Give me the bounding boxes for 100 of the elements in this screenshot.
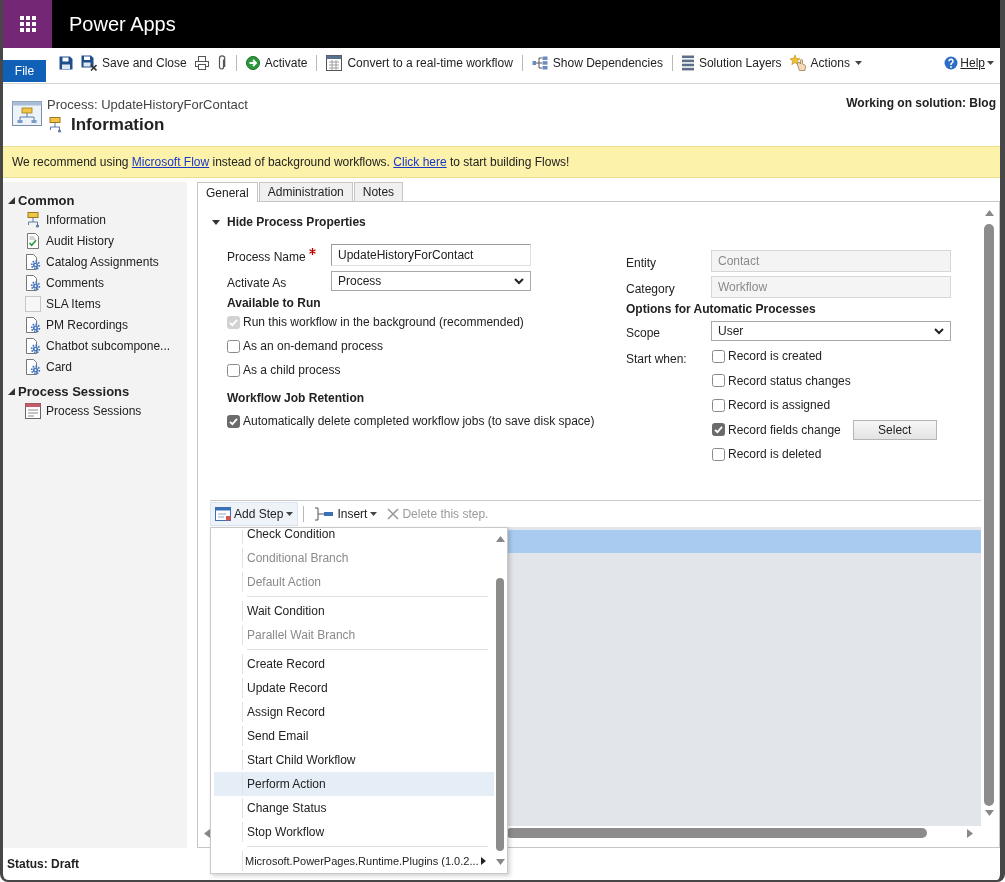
record-type-label: Process: UpdateHistoryForContact (47, 97, 248, 113)
app-launcher-button[interactable] (3, 0, 52, 48)
field-label: Start when: (626, 352, 688, 366)
inline-link[interactable]: Click here (393, 155, 447, 169)
checkbox-label: As a child process (243, 363, 341, 377)
scrollbar-thumb[interactable] (496, 578, 504, 851)
layers-icon (681, 55, 694, 71)
menu-item[interactable]: Send Email (214, 724, 494, 748)
checkbox-label: Record is deleted (728, 447, 822, 462)
sidebar-item[interactable]: Comments (3, 272, 187, 293)
sidebar-item[interactable]: Audit History (3, 230, 187, 251)
select-button[interactable]: Select (852, 419, 937, 440)
workflow-window-icon (12, 99, 42, 129)
flowchart-icon (47, 117, 63, 133)
document-gear-icon (25, 274, 41, 291)
save-and-close-button[interactable]: Save and Close (77, 52, 191, 74)
text-field[interactable]: UpdateHistoryForContact (331, 244, 531, 266)
sidebar-item[interactable]: Chatbot subcompone... (3, 335, 187, 356)
window-icon (326, 55, 343, 71)
menu-item[interactable]: Change Status (214, 796, 494, 820)
scroll-up-arrow-icon[interactable] (984, 210, 994, 216)
sidebar-item[interactable]: Process Sessions (3, 400, 187, 421)
arrow-circle-icon (245, 56, 260, 70)
scrollbar-thumb[interactable] (505, 828, 928, 838)
menu-item[interactable]: Wait Condition (214, 599, 494, 623)
menu-item[interactable]: Microsoft.PowerPages.Runtime.Plugins (1.0.2... (214, 849, 494, 873)
menu-item[interactable]: Check Condition (214, 528, 494, 546)
scroll-up-arrow-icon[interactable] (495, 536, 505, 542)
solution-label: Working on solution: Blog (846, 95, 996, 111)
cross-icon (387, 508, 400, 520)
scroll-right-arrow-icon[interactable] (967, 828, 973, 838)
floppy-disk-close-icon (81, 55, 97, 71)
tab[interactable]: General (197, 182, 258, 202)
inline-link[interactable]: Microsoft Flow (131, 155, 210, 169)
sidebar-item[interactable]: PM Recordings (3, 314, 187, 335)
dropdown-field[interactable]: Process (331, 271, 531, 291)
window-icon (215, 507, 231, 521)
checkbox[interactable] (712, 447, 725, 461)
printer-icon (194, 56, 209, 70)
checkbox[interactable] (712, 423, 725, 437)
sidebar-item[interactable]: Information (3, 209, 187, 230)
field-label: Entity (626, 254, 656, 271)
checkbox[interactable] (712, 398, 725, 412)
menu-item[interactable]: Create Record (214, 652, 494, 676)
section-toggle[interactable]: Hide Process Properties (212, 212, 366, 232)
sidebar-item[interactable]: SLA Items (3, 293, 187, 314)
help-button[interactable]: Help (940, 52, 998, 74)
menu-item[interactable]: Start Child Workflow (214, 748, 494, 772)
hand-star-icon (789, 55, 806, 71)
activate-button[interactable]: Activate (241, 52, 312, 74)
chevron-down-icon (934, 327, 944, 335)
document-check-icon (25, 232, 41, 249)
help-icon (944, 56, 959, 70)
convert-workflow-button[interactable]: Convert to a real-time workflow (322, 52, 517, 74)
show-dependencies-button[interactable]: Show Dependencies (527, 52, 667, 74)
scroll-down-arrow-icon[interactable] (495, 859, 505, 865)
scroll-left-arrow-icon[interactable] (204, 828, 210, 838)
document-gear-icon (25, 253, 41, 270)
menu-item[interactable]: Stop Workflow (214, 820, 494, 844)
checkbox[interactable] (712, 374, 725, 388)
scroll-down-arrow-icon[interactable] (984, 810, 994, 816)
sidebar-section-header[interactable]: Common (3, 192, 75, 209)
document-gear-icon (25, 316, 41, 333)
solution-layers-button[interactable]: Solution Layers (677, 52, 786, 74)
sidebar-section-header[interactable]: Process Sessions (3, 383, 130, 400)
document-gear-icon (25, 358, 41, 375)
checkbox[interactable] (227, 363, 240, 377)
document-gear-icon (25, 337, 41, 354)
checkbox[interactable] (227, 339, 240, 353)
square-icon (25, 295, 41, 312)
chevron-down-icon (514, 277, 524, 285)
checkbox[interactable] (712, 349, 725, 363)
actions-button[interactable]: Actions (785, 52, 866, 74)
menu-item[interactable]: Update Record (214, 676, 494, 700)
checkbox-label: Record is created (728, 349, 823, 364)
section-heading: Workflow Job Retention (227, 391, 366, 405)
notice-text: We recommend using Microsoft Flow instead of background workflows. Click here to start building Flows! (12, 155, 570, 169)
insert-button[interactable]: Insert (309, 502, 383, 526)
waffle-icon (19, 16, 36, 32)
record-title: Information (71, 115, 165, 135)
section-heading: Options for Automatic Processes (626, 302, 817, 316)
app-title: Power Apps (69, 12, 176, 36)
hierarchy-icon (531, 55, 548, 71)
tab[interactable]: Notes (353, 182, 404, 201)
checkbox-label: Record fields change (728, 422, 841, 437)
sidebar-item[interactable]: Card (3, 356, 187, 377)
menu-item[interactable]: Perform Action (214, 772, 494, 796)
sidebar-item[interactable]: Catalog Assignments (3, 251, 187, 272)
scrollbar-thumb[interactable] (984, 224, 994, 806)
menu-item[interactable]: Assign Record (214, 700, 494, 724)
checkbox-label: Record is assigned (728, 398, 831, 413)
tab[interactable]: Administration (258, 182, 353, 201)
file-tab[interactable]: File (3, 60, 46, 82)
checkbox[interactable] (227, 414, 240, 428)
dropdown-field[interactable]: User (711, 321, 951, 341)
add-step-button[interactable]: Add Step (210, 502, 299, 526)
checkbox-label: Automatically delete completed workflow jobs (to save disk space) (243, 414, 595, 428)
flowchart-icon (25, 211, 41, 228)
checkbox-label: Run this workflow in the background (recommended) (243, 315, 524, 329)
checkbox-label: Record status changes (728, 373, 851, 388)
